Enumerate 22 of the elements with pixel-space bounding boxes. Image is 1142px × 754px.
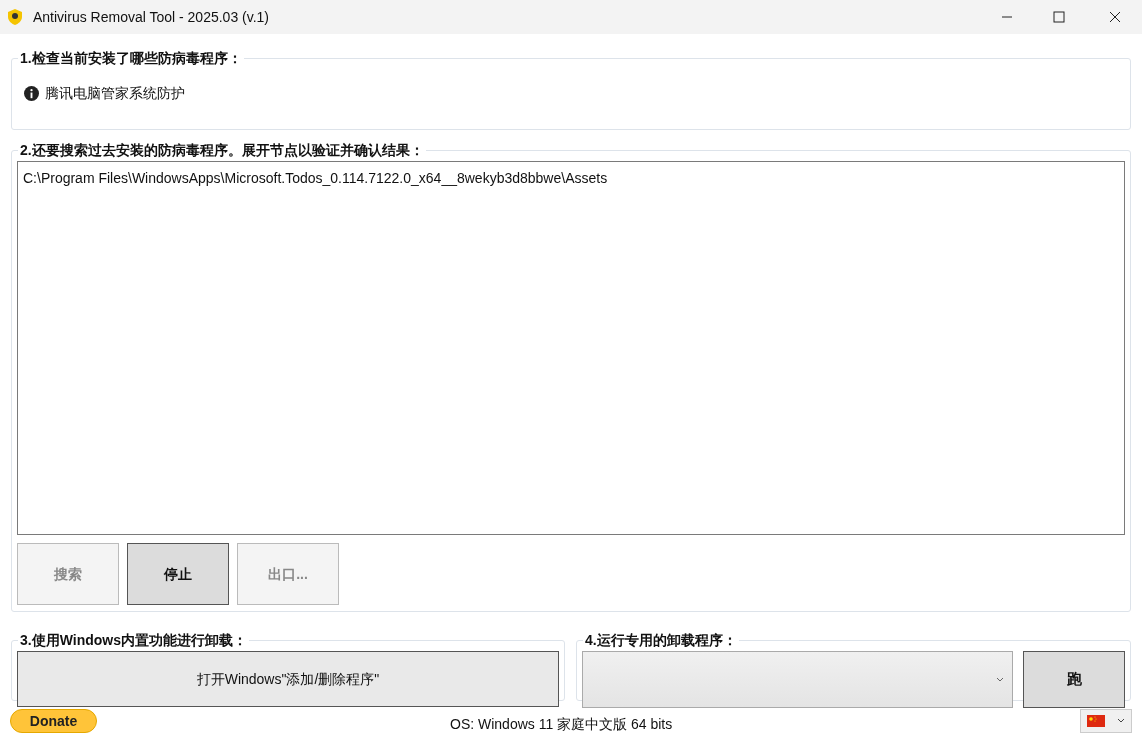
maximize-icon (1053, 11, 1065, 23)
result-path[interactable]: C:\Program Files\WindowsApps\Microsoft.Todos_0.114.7122.0_x64__8wekyb3d8bbwe\Assets (23, 168, 608, 189)
run-button[interactable]: 跑 (1023, 651, 1125, 708)
group-legend: 4.运行专用的卸载程序： (583, 630, 739, 651)
uninstaller-dropdown[interactable] (582, 651, 1013, 708)
shield-icon (8, 9, 22, 25)
window-title: Antivirus Removal Tool - 2025.03 (v.1) (33, 7, 270, 27)
results-list[interactable]: C:\Program Files\WindowsApps\Microsoft.Todos_0.114.7122.0_x64__8wekyb3d8bbwe\Assets (17, 161, 1125, 535)
group-legend: 3.使用Windows内置功能进行卸载： (18, 630, 249, 651)
os-label: OS: Windows 11 家庭中文版 64 bits (450, 715, 673, 734)
group-legend: 1.检查当前安装了哪些防病毒程序： (18, 48, 244, 69)
antivirus-item: 腾讯电脑管家系统防护 (45, 84, 185, 103)
group-legend: 2.还要搜索过去安装的防病毒程序。展开节点以验证并确认结果： (18, 140, 426, 161)
action-button[interactable]: 停止 (127, 543, 229, 605)
language-dropdown[interactable] (1080, 709, 1132, 733)
chevron-down-icon (996, 676, 1004, 683)
open-programs-button[interactable]: 打开Windows"添加/删除程序" (17, 651, 559, 707)
flag-icon (1087, 715, 1105, 727)
chevron-down-icon (1117, 718, 1125, 724)
info-icon (24, 86, 39, 101)
close-icon (1109, 11, 1121, 23)
donate-button[interactable]: Donate (10, 709, 97, 733)
